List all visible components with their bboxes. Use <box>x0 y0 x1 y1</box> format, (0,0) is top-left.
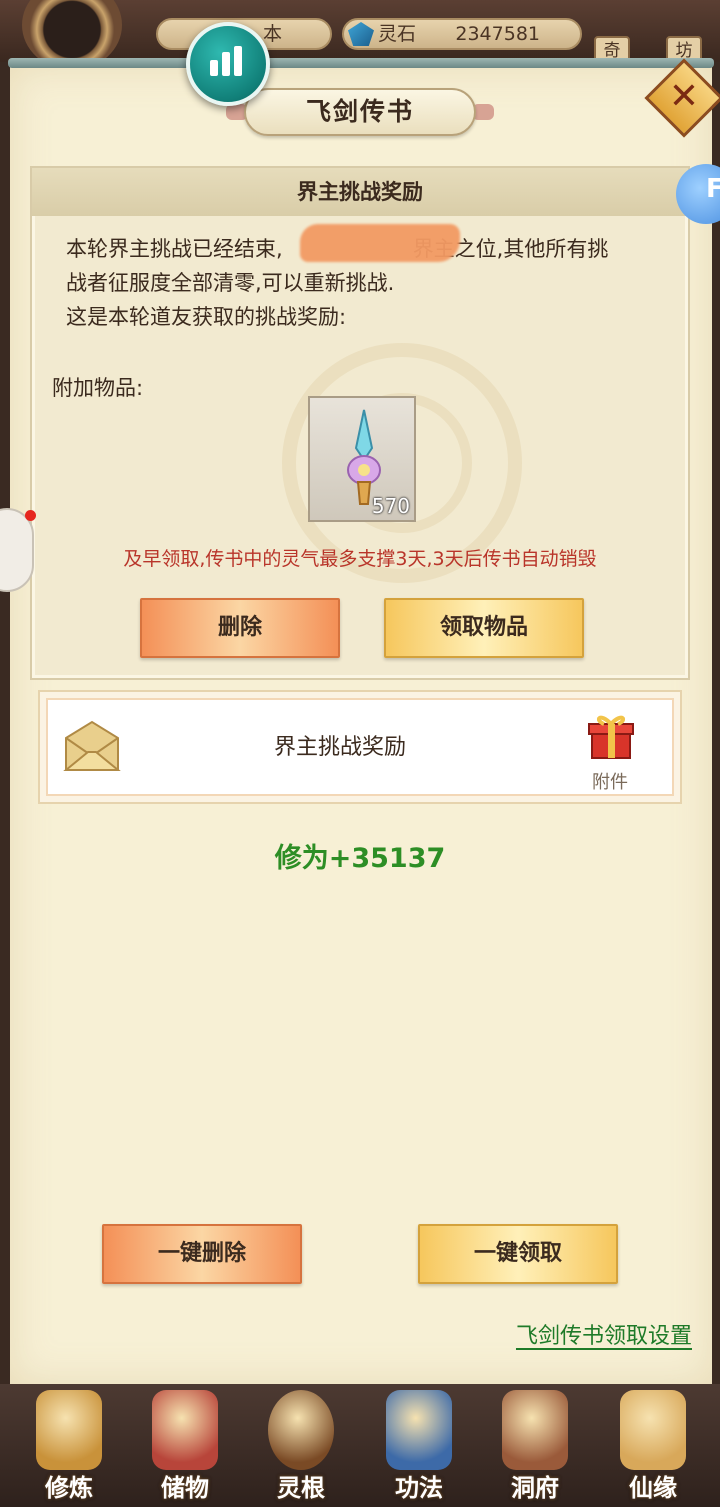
mail-detail-header: 界主挑战奖励 <box>32 168 688 216</box>
spirit-root-icon <box>268 1390 334 1470</box>
attachment-label: 附加物品: <box>52 376 144 400</box>
bottom-navigation: 修炼 储物 灵根 功法 洞府 仙缘 <box>0 1384 720 1507</box>
claim-all-button[interactable]: 一键领取 <box>418 1224 618 1284</box>
technique-book-icon <box>386 1390 452 1470</box>
storage-bag-icon <box>152 1390 218 1470</box>
mail-body-line-3: 这是本轮道友获取的挑战奖励: <box>66 305 347 329</box>
nav-cave-residence[interactable]: 洞府 <box>480 1384 590 1507</box>
nav-immortal-fate[interactable]: 仙缘 <box>598 1384 708 1507</box>
cultivation-icon <box>36 1390 102 1470</box>
spirit-stone-icon <box>348 22 374 46</box>
delete-button[interactable]: 删除 <box>140 598 340 658</box>
claim-items-button[interactable]: 领取物品 <box>384 598 584 658</box>
flying-sword-icon <box>347 409 381 505</box>
nav-storage[interactable]: 储物 <box>130 1384 240 1507</box>
mail-body-line-2: 战者征服度全部清零,可以重新挑战. <box>66 271 395 295</box>
spirit-stone-label: 灵石 <box>378 23 417 45</box>
expiry-warning: 及早领取,传书中的灵气最多支撑3天,3天后传书自动销毁 <box>123 548 597 570</box>
resource-label: 本 <box>262 23 282 45</box>
redaction-mark <box>300 224 460 262</box>
window-title: 飞剑传书 <box>244 88 476 136</box>
stats-button[interactable] <box>186 22 270 106</box>
close-icon: ✕ <box>668 76 700 117</box>
spirit-stone-value: 2347581 <box>455 23 540 45</box>
top-hud: 本 灵石 2347581 奇 坊 <box>0 0 720 70</box>
cultivation-exp-gain: 修为+35137 <box>274 843 446 874</box>
scroll-rod <box>8 58 714 68</box>
bar-chart-icon <box>210 60 218 76</box>
gift-box-icon <box>588 715 634 759</box>
attachment-tag: 附件 <box>592 772 628 793</box>
reward-item-slot[interactable]: 570 <box>308 396 416 522</box>
mail-claim-settings-link[interactable]: 飞剑传书领取设置 <box>516 1318 692 1350</box>
nav-spirit-root[interactable]: 灵根 <box>246 1384 356 1507</box>
mail-detail-card: 界主挑战奖励 本轮界主挑战已经结束, 界主之位,其他所有挑 战者征服度全部清零,可… <box>30 166 690 680</box>
mail-list-item[interactable]: 界主挑战奖励 附件 <box>38 690 682 804</box>
assistant-letter: F <box>706 174 720 204</box>
notification-dot <box>25 510 36 521</box>
item-count: 570 <box>371 494 410 518</box>
nav-technique[interactable]: 功法 <box>364 1384 474 1507</box>
spirit-stone-pill: 灵石 2347581 <box>342 18 582 50</box>
mail-item-title: 界主挑战奖励 <box>273 735 406 760</box>
nav-cultivation[interactable]: 修炼 <box>14 1384 124 1507</box>
delete-all-button[interactable]: 一键删除 <box>102 1224 302 1284</box>
cave-residence-icon <box>502 1390 568 1470</box>
immortal-fate-icon <box>620 1390 686 1470</box>
